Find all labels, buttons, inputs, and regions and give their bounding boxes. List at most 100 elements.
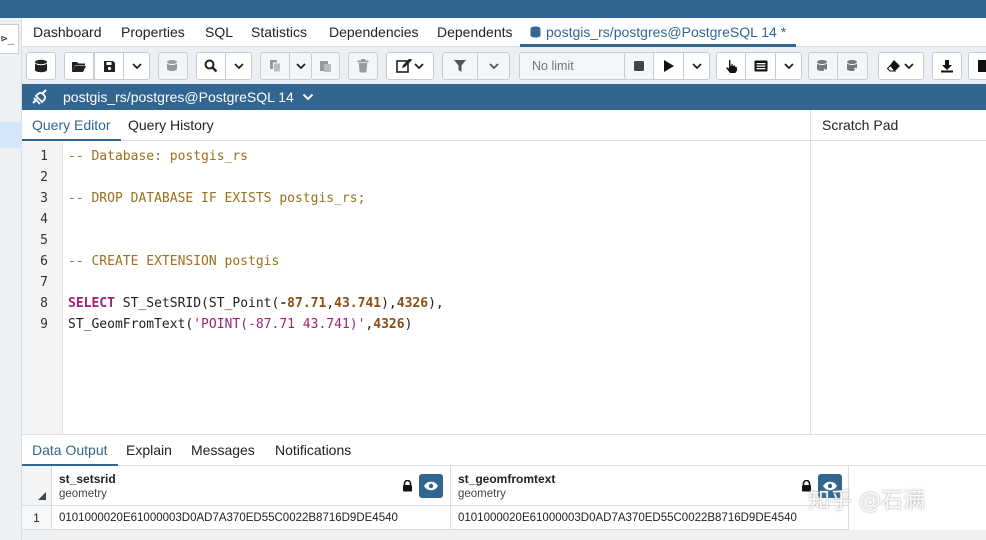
database-icon bbox=[35, 59, 47, 73]
code-line-9: ST_GeomFromText('POINT(-87.71 43.741)',4… bbox=[68, 317, 412, 332]
find-button[interactable] bbox=[196, 52, 226, 80]
commit-button[interactable] bbox=[808, 52, 838, 80]
tab-properties[interactable]: Properties bbox=[121, 18, 185, 47]
paste-button[interactable] bbox=[312, 52, 340, 80]
copy-options-dropdown[interactable] bbox=[290, 52, 312, 80]
lock-icon bbox=[403, 480, 412, 492]
database-icon bbox=[530, 26, 541, 38]
code-token: ), bbox=[381, 296, 397, 311]
code-number: 43.741 bbox=[334, 296, 382, 311]
execute-options-dropdown[interactable] bbox=[684, 52, 710, 80]
save-button[interactable] bbox=[94, 52, 124, 80]
filter-options-dropdown[interactable] bbox=[478, 52, 510, 80]
tab-dashboard[interactable]: Dashboard bbox=[33, 18, 102, 47]
chevron-down-icon bbox=[302, 93, 313, 101]
code-token: , bbox=[326, 296, 335, 311]
tab-query-editor[interactable]: Query Editor bbox=[22, 110, 121, 141]
stop-icon bbox=[634, 61, 644, 71]
copy-icon bbox=[269, 60, 281, 73]
clear-button[interactable] bbox=[878, 52, 924, 80]
column-name: st_geomfromtext bbox=[458, 472, 556, 486]
tab-query-history[interactable]: Query History bbox=[128, 110, 214, 141]
explain-analyze-button[interactable] bbox=[746, 52, 776, 80]
tab-notifications[interactable]: Notifications bbox=[275, 435, 351, 466]
rollback-button[interactable] bbox=[838, 52, 868, 80]
sql-editor[interactable]: -- Database: postgis_rs -- DROP DATABASE… bbox=[68, 141, 808, 434]
connection-plug-icon bbox=[32, 89, 47, 105]
database-plus-icon bbox=[167, 60, 177, 71]
scratch-pad-panel[interactable]: Scratch Pad bbox=[810, 110, 986, 434]
line-number: 7 bbox=[40, 275, 48, 290]
sql-macro-button[interactable] bbox=[158, 52, 188, 80]
list-icon bbox=[754, 60, 767, 72]
chevron-down-icon bbox=[488, 63, 499, 69]
line-number: 4 bbox=[40, 212, 48, 227]
code-line-8: SELECT ST_SetSRID(ST_Point(-87.71,43.741… bbox=[68, 296, 444, 311]
browser-tree-strip: ⊳_ bbox=[0, 18, 22, 540]
tab-query-tool-label: postgis_rs/postgres@PostgreSQL 14 * bbox=[546, 24, 787, 40]
chevron-down-icon bbox=[691, 63, 702, 69]
terminal-icon[interactable]: ⊳_ bbox=[0, 24, 19, 54]
eye-icon bbox=[424, 481, 438, 491]
scratch-pad-title: Scratch Pad bbox=[811, 110, 986, 141]
play-icon bbox=[663, 60, 674, 72]
hand-pointer-icon bbox=[725, 59, 737, 73]
find-options-dropdown[interactable] bbox=[226, 52, 252, 80]
code-token: ), bbox=[428, 296, 444, 311]
paste-icon bbox=[320, 61, 331, 72]
tab-dependencies[interactable]: Dependencies bbox=[329, 18, 419, 47]
sql-keyword: SELECT bbox=[68, 296, 115, 311]
explain-button[interactable] bbox=[716, 52, 746, 80]
tab-dependents[interactable]: Dependents bbox=[437, 18, 513, 47]
trash-icon bbox=[357, 59, 369, 73]
folder-open-icon bbox=[72, 61, 86, 72]
code-line-1: -- Database: postgis_rs bbox=[68, 149, 249, 164]
filter-button[interactable] bbox=[442, 52, 478, 80]
macro-button[interactable] bbox=[968, 52, 986, 80]
view-geometry-button[interactable] bbox=[419, 474, 443, 498]
line-number: 3 bbox=[40, 191, 48, 206]
corner-triangle-icon bbox=[38, 492, 46, 500]
save-options-dropdown[interactable] bbox=[124, 52, 150, 80]
tab-query-tool[interactable]: postgis_rs/postgres@PostgreSQL 14 * bbox=[520, 18, 797, 47]
stop-button[interactable] bbox=[624, 52, 654, 80]
line-number: 2 bbox=[40, 170, 48, 185]
code-line-3: -- DROP DATABASE IF EXISTS postgis_rs; bbox=[68, 191, 366, 206]
app-header-bar bbox=[0, 0, 986, 18]
tab-explain[interactable]: Explain bbox=[126, 435, 172, 466]
code-token: ST_GeomFromText( bbox=[68, 317, 194, 332]
watermark: 知乎 @石满 bbox=[808, 489, 925, 514]
search-icon bbox=[204, 59, 218, 73]
line-number: 5 bbox=[40, 233, 48, 248]
delete-button[interactable] bbox=[348, 52, 378, 80]
tab-sql[interactable]: SQL bbox=[205, 18, 233, 47]
column-name: st_setsrid bbox=[59, 472, 116, 486]
select-all-corner[interactable] bbox=[22, 466, 52, 506]
tab-statistics[interactable]: Statistics bbox=[251, 18, 307, 47]
macro-icon bbox=[978, 60, 986, 72]
row-number[interactable]: 1 bbox=[22, 506, 52, 530]
explain-options-dropdown[interactable] bbox=[776, 52, 802, 80]
copy-button[interactable] bbox=[260, 52, 290, 80]
table-cell[interactable]: 0101000020E61000003D0AD7A370ED55C0022B87… bbox=[52, 506, 451, 530]
column-header-st-geomfromtext[interactable]: st_geomfromtext geometry bbox=[451, 466, 849, 506]
query-toolbar: No limit bbox=[22, 47, 986, 84]
editor-tabs: Query Editor Query History bbox=[22, 110, 810, 141]
column-header-st-setsrid[interactable]: st_setsrid geometry bbox=[52, 466, 451, 506]
connection-label[interactable]: postgis_rs/postgres@PostgreSQL 14 bbox=[63, 84, 314, 110]
download-button[interactable] bbox=[932, 52, 962, 80]
table-cell[interactable]: 0101000020E61000003D0AD7A370ED55C0022B87… bbox=[451, 506, 849, 530]
column-type: geometry bbox=[59, 488, 107, 500]
connection-bar[interactable]: postgis_rs/postgres@PostgreSQL 14 bbox=[22, 84, 986, 110]
execute-button[interactable] bbox=[654, 52, 684, 80]
selected-tree-node[interactable] bbox=[0, 122, 22, 148]
open-file-button[interactable] bbox=[64, 52, 94, 80]
database-connect-button[interactable] bbox=[26, 52, 56, 80]
code-token: ) bbox=[404, 317, 413, 332]
edit-button[interactable] bbox=[386, 52, 434, 80]
chevron-down-icon bbox=[295, 63, 306, 69]
line-number: 8 bbox=[40, 296, 48, 311]
filter-icon bbox=[454, 60, 466, 72]
tab-data-output[interactable]: Data Output bbox=[22, 435, 118, 466]
tab-messages[interactable]: Messages bbox=[191, 435, 255, 466]
